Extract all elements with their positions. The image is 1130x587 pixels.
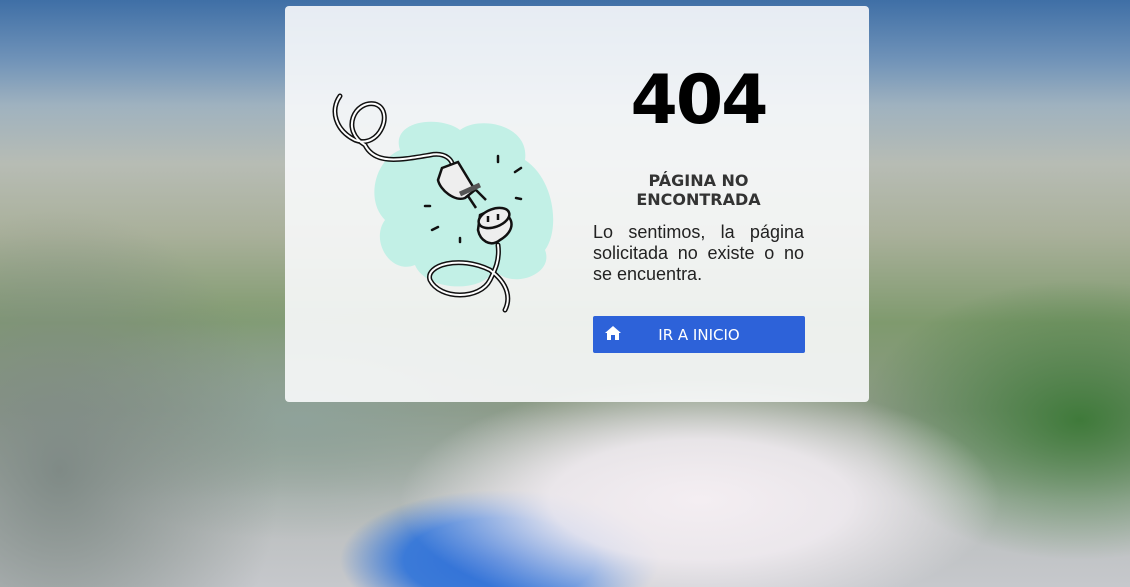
error-message: Lo sentimos, la página solicitada no exi… xyxy=(593,222,804,284)
go-home-button[interactable]: IR A INICIO xyxy=(593,316,805,353)
error-code: 404 xyxy=(630,61,769,140)
unplugged-cable-illustration xyxy=(332,93,554,313)
home-icon xyxy=(605,326,621,340)
go-home-label: IR A INICIO xyxy=(658,325,740,344)
error-title: PÁGINA NO ENCONTRADA xyxy=(636,171,761,209)
